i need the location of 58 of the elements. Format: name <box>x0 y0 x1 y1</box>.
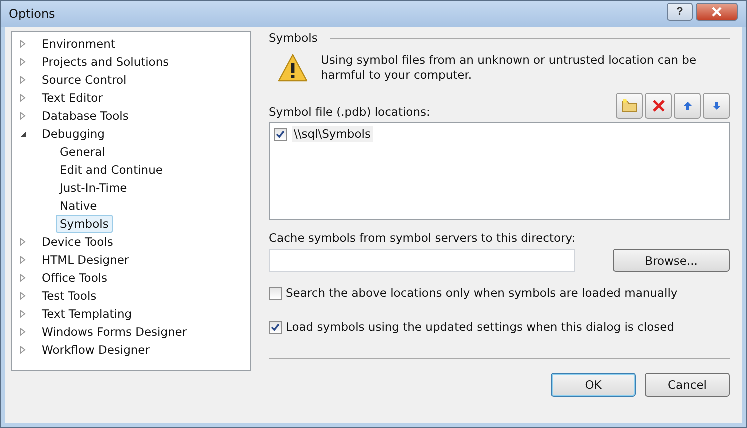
delete-button[interactable] <box>645 93 672 119</box>
collapsed-icon[interactable] <box>20 76 26 84</box>
checkbox[interactable] <box>274 128 287 140</box>
checkbox[interactable] <box>269 320 282 334</box>
warning-icon <box>277 53 309 83</box>
collapsed-icon[interactable] <box>20 94 26 102</box>
tree-item[interactable]: Windows Forms Designer <box>38 323 192 341</box>
location-item[interactable]: \\sql\Symbols <box>292 126 373 142</box>
move-down-button[interactable] <box>703 93 730 119</box>
down-arrow-icon <box>712 101 722 111</box>
collapsed-icon[interactable] <box>20 346 26 354</box>
dialog-button[interactable]: OK <box>551 373 636 397</box>
tree-item[interactable]: Projects and Solutions <box>38 53 174 71</box>
collapsed-icon[interactable] <box>20 292 26 300</box>
tree-item[interactable]: General <box>56 143 110 161</box>
tree-item[interactable]: Just-In-Time <box>56 179 132 197</box>
cache-label: Cache symbols from symbol servers to this directory: <box>269 231 577 245</box>
up-arrow-icon <box>682 101 692 111</box>
expanded-icon[interactable] <box>20 130 27 138</box>
tree-item[interactable]: Workflow Designer <box>38 341 154 359</box>
checkbox-label[interactable]: Search the above locations only when symbols are loaded manually <box>286 286 678 300</box>
directory-field[interactable] <box>269 249 575 272</box>
tree-item[interactable]: Device Tools <box>38 233 118 251</box>
checkbox-label[interactable]: Load symbols using the updated settings when this dialog is closed <box>286 320 675 334</box>
collapsed-icon[interactable] <box>20 310 26 318</box>
collapsed-icon[interactable] <box>20 58 26 66</box>
tree-item[interactable]: Native <box>56 197 102 215</box>
collapsed-icon[interactable] <box>20 238 26 246</box>
collapsed-icon[interactable] <box>20 40 26 48</box>
tree-item[interactable]: Text Templating <box>38 305 136 323</box>
window-title: Options <box>9 7 56 21</box>
tree-item[interactable]: Debugging <box>38 125 109 143</box>
new-folder-button[interactable] <box>616 93 643 119</box>
move-up-button[interactable] <box>674 93 701 119</box>
locations-label: Symbol file (.pdb) locations: <box>269 105 430 119</box>
tree-item[interactable]: Database Tools <box>38 107 133 125</box>
collapsed-icon[interactable] <box>20 328 26 336</box>
tree-item[interactable]: Office Tools <box>38 269 112 287</box>
close-icon <box>711 7 723 17</box>
dialog-button[interactable]: Cancel <box>645 373 730 397</box>
help-button[interactable]: ? <box>667 3 693 21</box>
tree-item[interactable]: Text Editor <box>38 89 107 107</box>
tree-item[interactable]: Test Tools <box>38 287 101 305</box>
tree-item[interactable]: Environment <box>38 35 120 53</box>
section-title: Symbols <box>269 31 318 45</box>
tree-item[interactable]: Symbols <box>56 215 113 233</box>
close-button[interactable] <box>696 3 738 21</box>
tree-item[interactable]: HTML Designer <box>38 251 134 269</box>
delete-icon <box>652 99 666 113</box>
collapsed-icon[interactable] <box>20 256 26 264</box>
warning-text: Using symbol files from an unknown or untrusted location can be harmful to your computer. <box>321 53 698 83</box>
browse-button[interactable]: Browse... <box>613 249 730 272</box>
tree-item[interactable]: Edit and Continue <box>56 161 167 179</box>
folder-icon <box>622 99 638 113</box>
tree-item[interactable]: Source Control <box>38 71 131 89</box>
collapsed-icon[interactable] <box>20 274 26 282</box>
collapsed-icon[interactable] <box>20 112 26 120</box>
checkbox[interactable] <box>269 286 282 300</box>
